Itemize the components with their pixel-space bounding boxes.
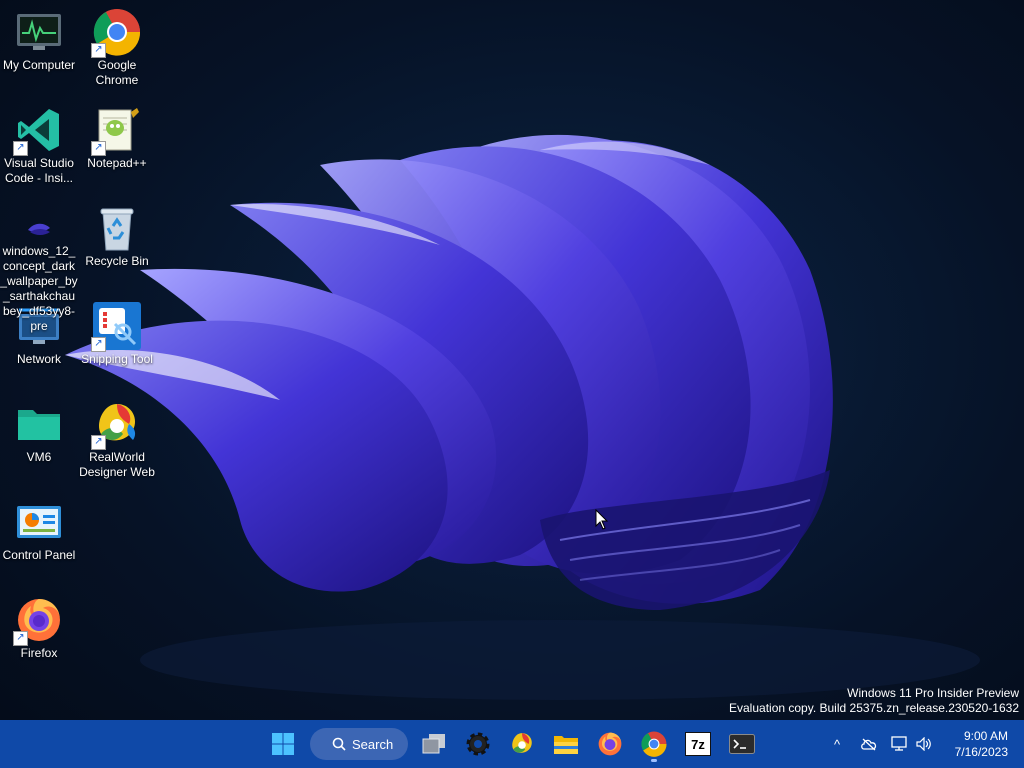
taskbar: Search 7z ^ 9:00 AM 7/16/2023 xyxy=(0,720,1024,768)
volume-button[interactable] xyxy=(913,720,935,768)
taskbar-7zip-button[interactable]: 7z xyxy=(678,724,718,764)
file-explorer-icon xyxy=(554,736,578,754)
task-view-button[interactable] xyxy=(414,724,454,764)
firefox-icon: ↗ xyxy=(13,596,63,646)
chrome-icon xyxy=(641,731,667,757)
taskbar-chrome-button[interactable] xyxy=(634,724,674,764)
monitor-icon xyxy=(15,8,63,56)
search-button[interactable]: Search xyxy=(310,728,408,760)
clock-time: 9:00 AM xyxy=(963,729,1008,743)
task-view-icon xyxy=(422,734,445,754)
clock-date: 7/16/2023 xyxy=(954,745,1008,759)
desktop: My Computer ↗ Google Chrome ↗ Visual Stu… xyxy=(0,0,1024,720)
chevron-up-icon: ^ xyxy=(833,736,841,752)
chrome-icon: ↗ xyxy=(91,8,141,58)
desktop-icon-snipping-tool[interactable]: ↗ Snipping Tool xyxy=(78,296,156,367)
windows-watermark: Windows 11 Pro Insider Preview Evaluatio… xyxy=(729,686,1019,716)
speaker-icon xyxy=(916,737,931,751)
vscode-icon: ↗ xyxy=(13,106,63,156)
running-indicator xyxy=(651,759,657,762)
desktop-icon-control-panel[interactable]: Control Panel xyxy=(0,492,78,563)
watermark-edition: Windows 11 Pro Insider Preview xyxy=(847,686,1019,700)
realworld-designer-icon xyxy=(512,733,532,753)
folder-icon xyxy=(15,400,63,448)
desktop-icon-vscode-insiders[interactable]: ↗ Visual Studio Code - Insi... xyxy=(0,100,78,186)
notepad-plus-plus-icon: ↗ xyxy=(91,106,141,156)
network-status-button[interactable] xyxy=(888,720,912,768)
search-icon xyxy=(332,737,346,751)
desktop-icon-my-computer[interactable]: My Computer xyxy=(0,2,78,73)
realworld-designer-icon: ↗ xyxy=(91,400,141,450)
terminal-icon xyxy=(729,734,755,754)
show-hidden-icons-button[interactable]: ^ xyxy=(826,720,848,768)
shortcut-arrow-icon: ↗ xyxy=(13,631,28,646)
7zip-icon: 7z xyxy=(685,732,711,756)
watermark-build: Evaluation copy. Build 25375.zn_release.… xyxy=(729,701,1019,715)
search-label: Search xyxy=(352,736,394,752)
desktop-icon-vm6[interactable]: VM6 xyxy=(0,394,78,465)
taskbar-settings-button[interactable] xyxy=(458,724,498,764)
desktop-icon-realworld-designer-web[interactable]: ↗ RealWorld Designer Web xyxy=(78,394,156,480)
shortcut-arrow-icon: ↗ xyxy=(91,43,106,58)
shortcut-arrow-icon: ↗ xyxy=(91,337,106,352)
desktop-icon-recycle-bin[interactable]: Recycle Bin xyxy=(78,198,156,269)
recycle-bin-icon xyxy=(93,204,141,252)
settings-gear-icon xyxy=(466,732,490,756)
onedrive-offline-icon xyxy=(861,738,877,751)
clock[interactable]: 9:00 AM 7/16/2023 xyxy=(955,728,1008,760)
taskbar-firefox-button[interactable] xyxy=(590,724,630,764)
image-thumbnail-icon xyxy=(24,214,54,242)
desktop-icon-google-chrome[interactable]: ↗ Google Chrome xyxy=(78,2,156,88)
start-icon xyxy=(272,733,294,755)
shortcut-arrow-icon: ↗ xyxy=(91,141,106,156)
onedrive-status-button[interactable] xyxy=(857,720,881,768)
firefox-icon xyxy=(598,732,622,756)
snipping-tool-icon: ↗ xyxy=(91,302,141,352)
taskbar-realworld-button[interactable] xyxy=(502,724,542,764)
desktop-icon-wallpaper-image[interactable]: windows_12_concept_dark_wallpaper_by_sar… xyxy=(0,210,78,334)
shortcut-arrow-icon: ↗ xyxy=(91,435,106,450)
desktop-icon-notepad-plus-plus[interactable]: ↗ Notepad++ xyxy=(78,100,156,171)
network-ethernet-icon xyxy=(891,736,907,751)
taskbar-file-explorer-button[interactable] xyxy=(546,724,586,764)
shortcut-arrow-icon: ↗ xyxy=(13,141,28,156)
mouse-cursor-icon xyxy=(595,509,609,530)
control-panel-icon xyxy=(15,498,63,546)
taskbar-terminal-button[interactable] xyxy=(722,724,762,764)
start-button[interactable] xyxy=(263,724,303,764)
desktop-icon-firefox[interactable]: ↗ Firefox xyxy=(0,590,78,661)
